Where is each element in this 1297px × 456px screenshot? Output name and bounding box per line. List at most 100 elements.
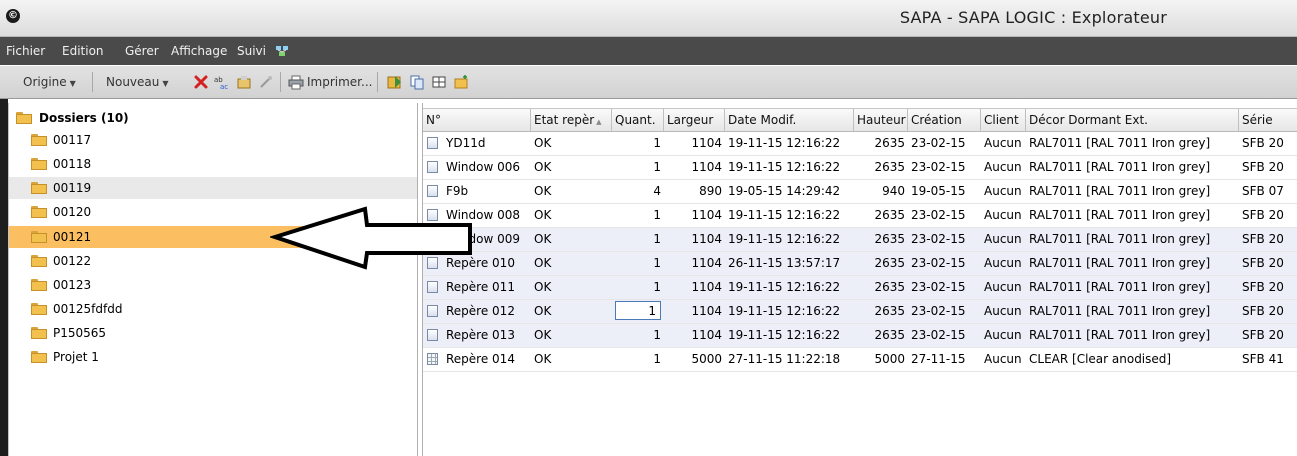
cell-client: Aucun bbox=[984, 184, 1022, 198]
cell-etat: OK bbox=[534, 304, 552, 318]
cell-date-modif: 19-11-15 12:16:22 bbox=[728, 136, 841, 150]
table-row[interactable]: YD11d OK 1 1104 19-11-15 12:16:22 2635 2… bbox=[423, 132, 1297, 156]
tree-item[interactable]: 00119 bbox=[9, 177, 417, 199]
folder-open-icon bbox=[16, 112, 32, 124]
cell-largeur: 1104 bbox=[691, 232, 722, 246]
tree-item[interactable]: 00123 bbox=[9, 274, 417, 296]
cell-hauteur: 2635 bbox=[874, 160, 905, 174]
menu-affichage[interactable]: Affichage bbox=[171, 44, 227, 58]
cell-largeur: 1104 bbox=[691, 160, 722, 174]
cell-largeur: 1104 bbox=[691, 304, 722, 318]
cell-etat: OK bbox=[534, 136, 552, 150]
cell-quantite: 1 bbox=[653, 256, 661, 270]
cell-client: Aucun bbox=[984, 256, 1022, 270]
menu-fichier[interactable]: Fichier bbox=[6, 44, 45, 58]
printer-icon[interactable] bbox=[288, 74, 304, 90]
network-icon[interactable] bbox=[275, 45, 289, 57]
cell-largeur: 1104 bbox=[691, 280, 722, 294]
menu-edition[interactable]: Edition bbox=[62, 44, 104, 58]
menu-suivi[interactable]: Suivi bbox=[237, 44, 266, 58]
imprimer-button[interactable]: Imprimer... bbox=[307, 75, 372, 89]
cell-hauteur: 2635 bbox=[874, 256, 905, 270]
cell-creation: 23-02-15 bbox=[911, 256, 966, 270]
column-header-creation[interactable]: Création bbox=[908, 109, 981, 131]
nouveau-dropdown[interactable]: Nouveau ▼ bbox=[106, 75, 169, 89]
cell-decor: RAL7011 [RAL 7011 Iron grey] bbox=[1029, 208, 1211, 222]
rename-icon[interactable]: abac bbox=[214, 74, 230, 90]
tree-item[interactable]: P150565 bbox=[9, 322, 417, 344]
cell-creation: 23-02-15 bbox=[911, 280, 966, 294]
window-title: SAPA - SAPA LOGIC : Explorateur bbox=[899, 8, 1167, 27]
table-row[interactable]: Repère 012 OK 1 1104 19-11-15 12:16:22 2… bbox=[423, 300, 1297, 324]
cell-creation: 23-02-15 bbox=[911, 232, 966, 246]
explorer-window: © SAPA - SAPA LOGIC : Explorateur Fichie… bbox=[0, 0, 1297, 456]
tree-item-label: 00118 bbox=[53, 157, 92, 171]
column-header-quantite[interactable]: Quant. bbox=[612, 109, 664, 131]
origine-dropdown[interactable]: Origine ▼ bbox=[23, 75, 76, 89]
folder-icon bbox=[31, 158, 47, 170]
cell-hauteur: 2635 bbox=[874, 232, 905, 246]
table-row[interactable]: Repère 010 OK 1 1104 26-11-15 13:57:17 2… bbox=[423, 252, 1297, 276]
grid-view-icon[interactable] bbox=[431, 74, 447, 90]
cell-quantite[interactable]: 1 bbox=[612, 300, 664, 323]
export-icon[interactable] bbox=[387, 74, 403, 90]
table-row[interactable]: Repère 011 OK 1 1104 19-11-15 12:16:22 2… bbox=[423, 276, 1297, 300]
sort-up-icon: ▲ bbox=[596, 118, 602, 126]
cell-numero: YD11d bbox=[446, 136, 486, 150]
toolbar-separator bbox=[92, 72, 93, 92]
cell-numero: Repère 014 bbox=[446, 352, 515, 366]
cell-creation: 23-02-15 bbox=[911, 328, 966, 342]
cell-decor: RAL7011 [RAL 7011 Iron grey] bbox=[1029, 280, 1211, 294]
tree-item[interactable]: 00125fdfdd bbox=[9, 298, 417, 320]
tree-item-label: 00121 bbox=[53, 230, 92, 244]
cell-client: Aucun bbox=[984, 232, 1022, 246]
cell-quantite: 1 bbox=[653, 352, 661, 366]
table-row[interactable]: F9b OK 4 890 19-05-15 14:29:42 940 19-05… bbox=[423, 180, 1297, 204]
cell-numero: Repère 011 bbox=[446, 280, 515, 294]
menu-gerer[interactable]: Gérer bbox=[125, 44, 159, 58]
column-header-etat[interactable]: Etat repèr ▲ bbox=[531, 109, 612, 131]
cell-date-modif: 19-11-15 12:16:22 bbox=[728, 208, 841, 222]
tree-item[interactable]: Projet 1 bbox=[9, 346, 417, 368]
table-row[interactable]: Repère 013 OK 1 1104 19-11-15 12:16:22 2… bbox=[423, 324, 1297, 348]
cell-creation: 19-05-15 bbox=[911, 184, 966, 198]
folder-icon bbox=[31, 134, 47, 146]
tool-icon[interactable] bbox=[258, 74, 274, 90]
cell-quantite: 1 bbox=[653, 328, 661, 342]
table-row[interactable]: Window 009 OK 1 1104 19-11-15 12:16:22 2… bbox=[423, 228, 1297, 252]
copy-icon[interactable] bbox=[409, 74, 425, 90]
table-row[interactable]: Window 006 OK 1 1104 19-11-15 12:16:22 2… bbox=[423, 156, 1297, 180]
column-header-date-modif[interactable]: Date Modif. bbox=[725, 109, 854, 131]
grid-header: N° Etat repèr ▲ Quant. Largeur Date Modif… bbox=[423, 108, 1297, 132]
column-header-decor[interactable]: Décor Dormant Ext. bbox=[1026, 109, 1239, 131]
column-header-hauteur[interactable]: Hauteur bbox=[854, 109, 908, 131]
tree-root-dossiers[interactable]: Dossiers (10) bbox=[9, 107, 417, 129]
new-folder-icon[interactable] bbox=[453, 74, 469, 90]
properties-icon[interactable] bbox=[236, 74, 252, 90]
cell-etat: OK bbox=[534, 256, 552, 270]
cell-etat: OK bbox=[534, 328, 552, 342]
tree-item[interactable]: 00118 bbox=[9, 153, 417, 175]
quantity-edit-field[interactable]: 1 bbox=[615, 301, 661, 320]
cell-serie: SFB 20 bbox=[1242, 328, 1284, 342]
column-header-largeur[interactable]: Largeur bbox=[664, 109, 725, 131]
tree-item[interactable]: 00117 bbox=[9, 129, 417, 151]
document-icon bbox=[427, 161, 438, 173]
cell-etat: OK bbox=[534, 160, 552, 174]
cell-date-modif: 19-05-15 14:29:42 bbox=[728, 184, 841, 198]
tree-item-label: 00119 bbox=[53, 181, 92, 195]
cell-client: Aucun bbox=[984, 136, 1022, 150]
cell-decor: RAL7011 [RAL 7011 Iron grey] bbox=[1029, 328, 1211, 342]
cell-decor: RAL7011 [RAL 7011 Iron grey] bbox=[1029, 136, 1211, 150]
cell-etat: OK bbox=[534, 352, 552, 366]
folder-icon bbox=[31, 255, 47, 267]
column-header-client[interactable]: Client bbox=[981, 109, 1026, 131]
nouveau-label: Nouveau bbox=[106, 75, 160, 89]
delete-icon[interactable] bbox=[193, 74, 209, 90]
column-header-serie[interactable]: Série bbox=[1239, 109, 1297, 131]
table-row[interactable]: Window 008 OK 1 1104 19-11-15 12:16:22 2… bbox=[423, 204, 1297, 228]
document-icon bbox=[427, 281, 438, 293]
column-header-numero[interactable]: N° bbox=[423, 109, 531, 131]
table-row[interactable]: Repère 014 OK 1 5000 27-11-15 11:22:18 5… bbox=[423, 348, 1297, 372]
folder-icon bbox=[31, 351, 47, 363]
